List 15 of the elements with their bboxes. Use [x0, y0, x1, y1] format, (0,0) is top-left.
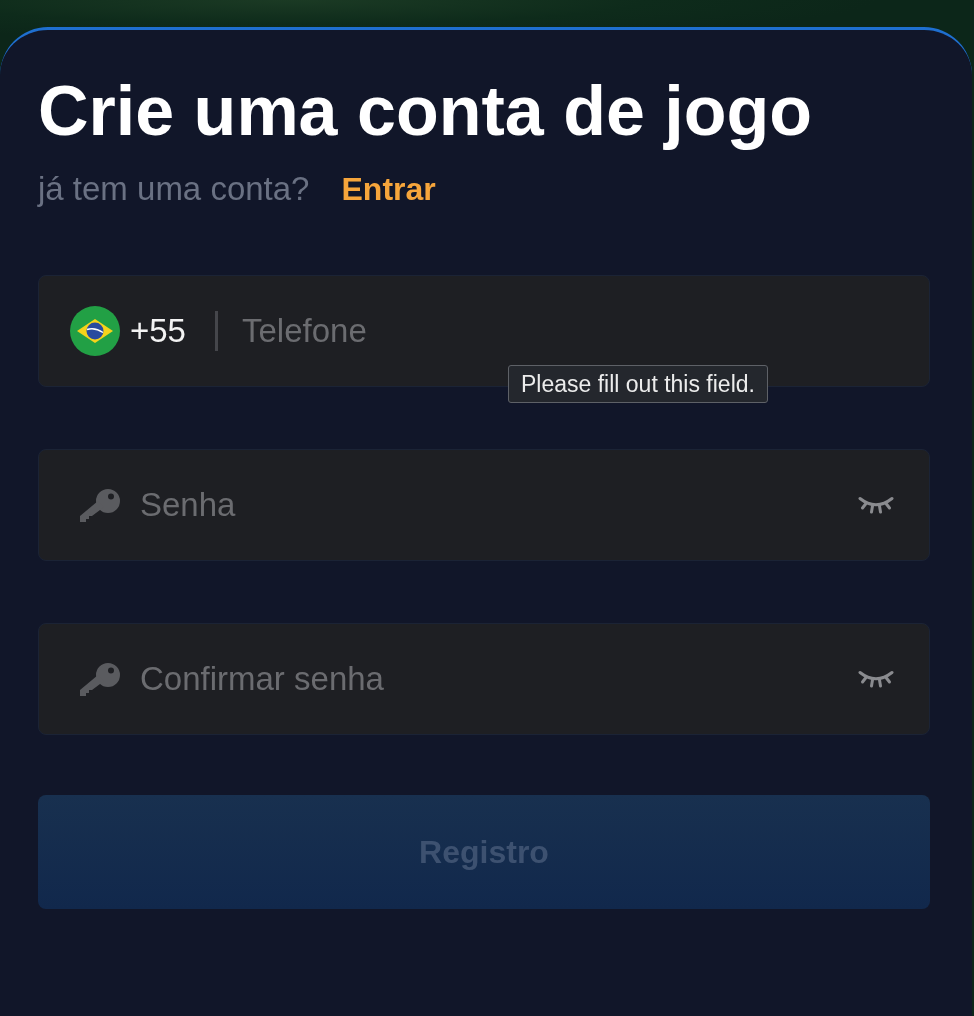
validation-tooltip: Please fill out this field.	[508, 365, 768, 403]
form-title: Crie uma conta de jogo	[38, 71, 813, 151]
password-field[interactable]: Senha	[38, 449, 930, 561]
password-input[interactable]: Senha	[140, 483, 842, 527]
phone-number-input[interactable]: Telefone	[242, 309, 898, 353]
country-code: +55	[130, 312, 186, 350]
login-link[interactable]: Entrar	[341, 169, 436, 209]
brazil-flag-icon	[70, 306, 120, 356]
key-icon	[80, 488, 120, 522]
password-field[interactable]: Confirmar senha	[38, 623, 930, 735]
closed-eye-icon[interactable]	[858, 670, 894, 688]
password-input[interactable]: Confirmar senha	[140, 657, 842, 701]
login-prompt-text: já tem uma conta?	[38, 169, 310, 209]
closed-eye-icon[interactable]	[858, 496, 894, 514]
key-icon	[80, 662, 120, 696]
